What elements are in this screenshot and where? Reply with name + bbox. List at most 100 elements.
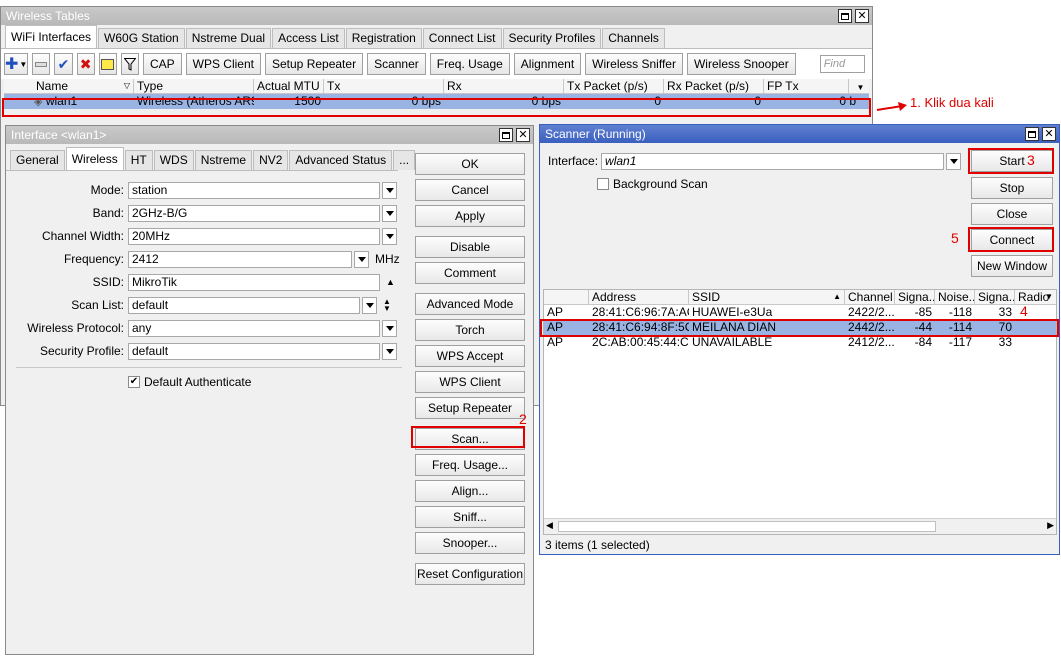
table-row[interactable]: AP 2C:AB:00:45:44:C0 UNAVAILABLE 2412/2.… [544, 335, 1056, 350]
mode-select[interactable]: station [128, 181, 380, 199]
start-button[interactable]: Start [971, 150, 1053, 172]
freq-usage-button[interactable]: Freq. Usage... [415, 454, 525, 476]
disable-button[interactable]: Disable [415, 236, 525, 258]
col-type[interactable]: Type [134, 79, 254, 93]
dropdown-button[interactable] [382, 342, 397, 360]
ssid-input[interactable]: MikroTik [128, 273, 380, 291]
stop-button[interactable]: Stop [971, 177, 1053, 199]
wps-accept-button[interactable]: WPS Accept [415, 345, 525, 367]
frequency-select[interactable]: 2412 [128, 250, 352, 268]
dropdown-button[interactable] [382, 319, 397, 337]
wireless-sniffer-button[interactable]: Wireless Sniffer [585, 53, 683, 75]
tab-more[interactable]: ... [393, 150, 416, 170]
scanner-interface-select[interactable]: wlan1 [601, 152, 945, 170]
col-fp-tx[interactable]: FP Tx [764, 79, 849, 93]
filter-button[interactable] [120, 53, 139, 75]
tab-nstreme[interactable]: Nstreme [194, 150, 253, 170]
col-address[interactable]: Address [589, 290, 689, 304]
setup-repeater-button[interactable]: Setup Repeater [265, 53, 364, 75]
scroll-thumb[interactable] [558, 521, 936, 532]
col-tx-packet[interactable]: Tx Packet (p/s) [564, 79, 664, 93]
tab-channels[interactable]: Channels [602, 28, 665, 48]
col-radio[interactable]: Radio ▼ [1015, 290, 1056, 304]
scanner-titlebar[interactable]: Scanner (Running) ✕ [540, 125, 1059, 143]
remove-button[interactable] [32, 53, 51, 75]
snooper-button[interactable]: Snooper... [415, 532, 525, 554]
scan-button[interactable]: Scan... [415, 428, 525, 450]
scanner-button[interactable]: Scanner [367, 53, 426, 75]
horizontal-scrollbar[interactable]: ◀ ▶ [544, 518, 1056, 534]
close-icon[interactable]: ✕ [516, 128, 530, 142]
col-tx[interactable]: Tx [324, 79, 444, 93]
col-name[interactable]: Name ▽ [4, 79, 134, 93]
col-rx-packet[interactable]: Rx Packet (p/s) [664, 79, 764, 93]
tab-general[interactable]: General [10, 150, 65, 170]
background-scan-checkbox[interactable] [597, 178, 609, 190]
cancel-button[interactable]: Cancel [415, 179, 525, 201]
scroll-left-icon[interactable]: ◀ [546, 520, 553, 531]
maximize-icon[interactable] [499, 128, 513, 142]
tab-wds[interactable]: WDS [153, 150, 194, 170]
column-menu-button[interactable]: ▼ [849, 79, 869, 93]
table-row[interactable]: ◈ wlan1 Wireless (Atheros AR9... 1500 0 … [4, 94, 869, 109]
close-button[interactable]: Close [971, 203, 1053, 225]
apply-button[interactable]: Apply [415, 205, 525, 227]
cap-button[interactable]: CAP [142, 53, 182, 75]
dropdown-button[interactable] [354, 250, 369, 268]
comment-button[interactable] [98, 53, 117, 75]
dropdown-button[interactable] [382, 227, 397, 245]
tab-security-profiles[interactable]: Security Profiles [502, 28, 602, 48]
tab-advanced-status[interactable]: Advanced Status [289, 150, 393, 170]
col-rx[interactable]: Rx [444, 79, 564, 93]
tab-wifi-interfaces[interactable]: WiFi Interfaces [5, 25, 98, 48]
tab-wireless[interactable]: Wireless [65, 147, 124, 170]
collapse-icon[interactable]: ▲ [386, 277, 395, 287]
band-select[interactable]: 2GHz-B/G [128, 204, 380, 222]
security-profile-select[interactable]: default [128, 342, 380, 360]
dropdown-button[interactable] [946, 152, 962, 170]
col-ssid[interactable]: SSID ▲ [689, 290, 845, 304]
dropdown-button[interactable] [362, 296, 377, 314]
wireless-snooper-button[interactable]: Wireless Snooper [686, 53, 796, 75]
find-input[interactable]: Find [819, 55, 866, 73]
new-window-button[interactable]: New Window [971, 255, 1053, 277]
disable-button[interactable]: ✖ [76, 53, 95, 75]
alignment-button[interactable]: Alignment [513, 53, 582, 75]
dropdown-button[interactable] [382, 204, 397, 222]
default-authenticate-checkbox[interactable]: ✔ [128, 376, 140, 388]
col-noise[interactable]: Noise... [935, 290, 975, 304]
tab-access-list[interactable]: Access List [272, 28, 345, 48]
expand-collapse-icon[interactable]: ▲ ▼ [383, 298, 391, 313]
maximize-icon[interactable] [1025, 127, 1039, 141]
reset-configuration-button[interactable]: Reset Configuration [415, 563, 525, 585]
tab-w60g-station[interactable]: W60G Station [98, 28, 185, 48]
scroll-right-icon[interactable]: ▶ [1047, 520, 1054, 531]
wps-client-button[interactable]: WPS Client [185, 53, 261, 75]
col-actual-mtu[interactable]: Actual MTU [254, 79, 324, 93]
setup-repeater-button[interactable]: Setup Repeater [415, 397, 525, 419]
ok-button[interactable]: OK [415, 153, 525, 175]
tab-nv2[interactable]: NV2 [253, 150, 289, 170]
advanced-mode-button[interactable]: Advanced Mode [415, 293, 525, 315]
col-snr[interactable]: Signa... [975, 290, 1015, 304]
sniff-button[interactable]: Sniff... [415, 506, 525, 528]
wps-client-button[interactable]: WPS Client [415, 371, 525, 393]
tab-registration[interactable]: Registration [345, 28, 422, 48]
torch-button[interactable]: Torch [415, 319, 525, 341]
table-row[interactable]: AP 28:41:C6:96:7A:AC HUAWEI-e3Ua 2422/2.… [544, 305, 1056, 320]
tab-ht[interactable]: HT [124, 150, 153, 170]
align-button[interactable]: Align... [415, 480, 525, 502]
table-row[interactable]: AP 28:41:C6:94:8F:5C MEILANA DIAN 2442/2… [544, 320, 1056, 335]
close-icon[interactable]: ✕ [855, 9, 869, 23]
tab-nstreme-dual[interactable]: Nstreme Dual [185, 28, 272, 48]
wireless-tables-titlebar[interactable]: Wireless Tables ✕ [1, 7, 872, 25]
connect-button[interactable]: Connect [971, 229, 1053, 251]
col-flag[interactable] [544, 290, 589, 304]
tab-connect-list[interactable]: Connect List [422, 28, 502, 48]
col-channel[interactable]: Channel [845, 290, 895, 304]
maximize-icon[interactable] [838, 9, 852, 23]
close-icon[interactable]: ✕ [1042, 127, 1056, 141]
freq-usage-button[interactable]: Freq. Usage [429, 53, 510, 75]
enable-button[interactable]: ✔ [54, 53, 73, 75]
dropdown-button[interactable] [382, 181, 397, 199]
